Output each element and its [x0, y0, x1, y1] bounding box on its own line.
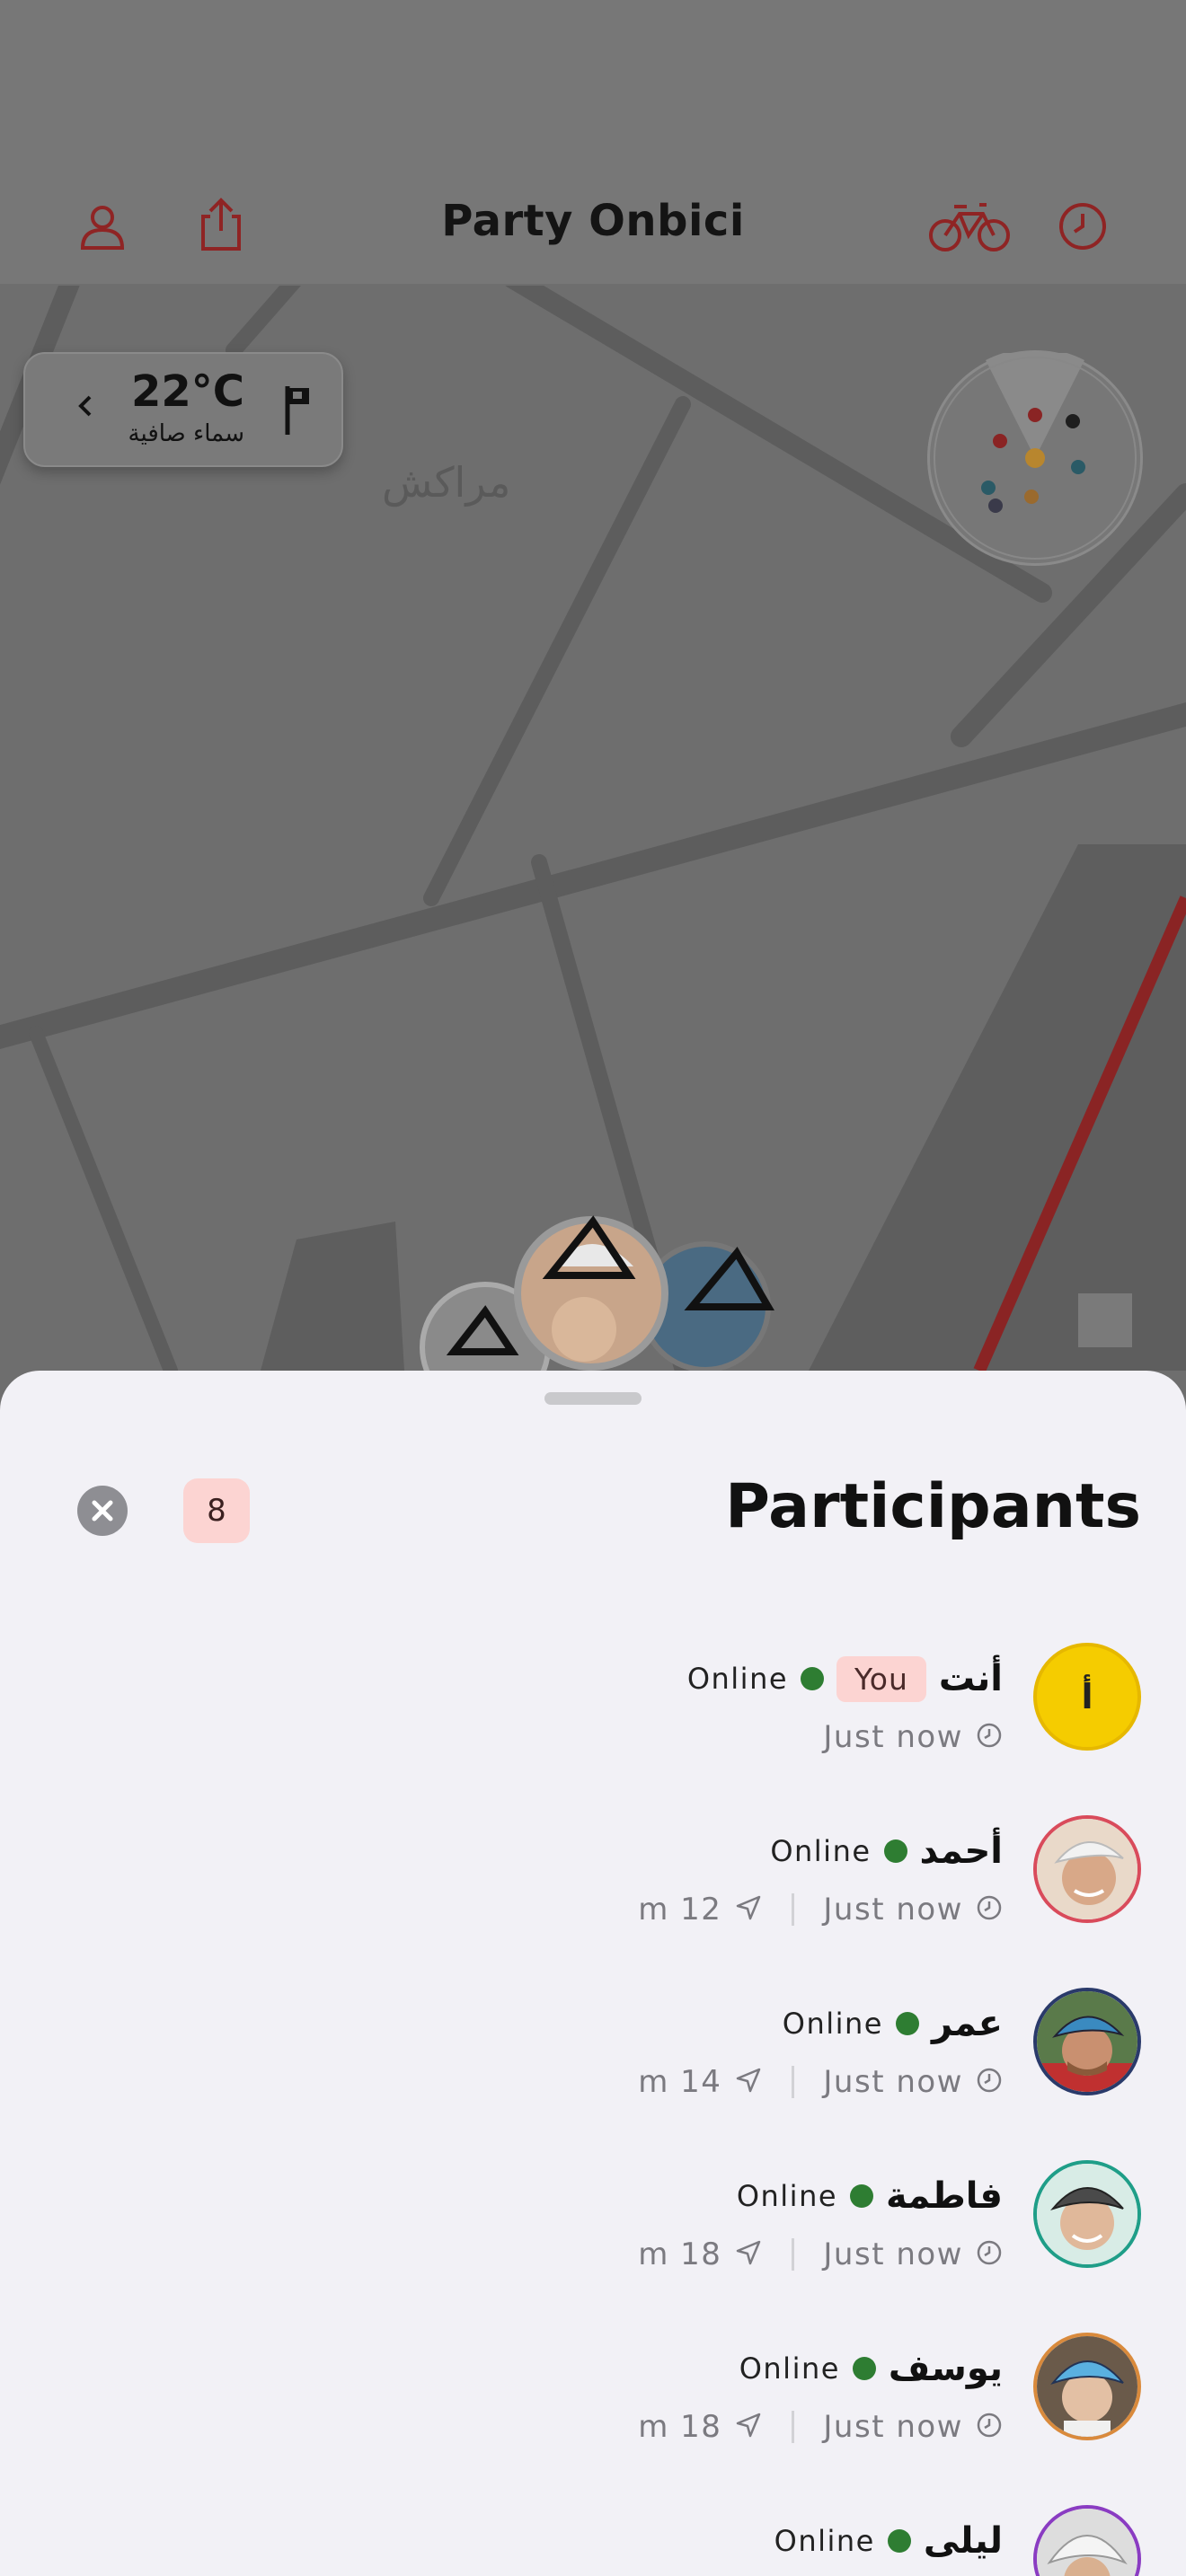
last-seen-text: Just now [823, 1892, 963, 1928]
status-text: Online [736, 2179, 838, 2213]
divider [792, 1893, 795, 1926]
participant-name: فاطمة [886, 2175, 1003, 2217]
last-seen-text: Just now [823, 1719, 963, 1755]
participant-name: ليلى [923, 2520, 1003, 2562]
participant-row[interactable]: عمر Online Just now m 14 [0, 1988, 1186, 2160]
top-app-bar: Party Onbici [0, 0, 1186, 286]
navigation-arrow-icon [734, 1893, 763, 1926]
flag-icon [282, 383, 314, 440]
you-badge: You [836, 1655, 926, 1702]
participant-name: أنت [938, 1658, 1003, 1699]
divider [792, 2066, 795, 2098]
online-status-dot [887, 2529, 911, 2553]
participant-row[interactable]: أحمد Online Just now m 12 [0, 1815, 1186, 1988]
online-status-dot [883, 1839, 907, 1863]
person-icon[interactable] [66, 190, 138, 262]
status-text: Online [774, 2524, 875, 2558]
participant-row[interactable]: ليلى Online [0, 2505, 1186, 2576]
avatar [1033, 2505, 1141, 2576]
divider [792, 2411, 795, 2443]
navigation-arrow-icon [734, 2238, 763, 2271]
status-text: Online [739, 2351, 840, 2386]
avatar [1033, 2333, 1141, 2440]
distance-text: m 14 [638, 2064, 722, 2100]
clock-icon [976, 1722, 1003, 1752]
online-status-dot [801, 1667, 825, 1690]
clock-icon [976, 2067, 1003, 2097]
participant-name: يوسف [888, 2348, 1003, 2389]
sheet-drag-handle[interactable] [544, 1392, 642, 1405]
participant-name: عمر [931, 2003, 1003, 2044]
divider [792, 2238, 795, 2271]
distance-text: m 18 [638, 2236, 722, 2272]
last-seen-text: Just now [823, 2236, 963, 2272]
bicycle-icon[interactable] [920, 190, 1019, 262]
online-status-dot [852, 2357, 876, 2380]
participant-row[interactable]: يوسف Online Just now m 18 [0, 2333, 1186, 2505]
last-seen-text: Just now [823, 2409, 963, 2445]
avatar [1033, 1815, 1141, 1923]
last-seen-text: Just now [823, 2064, 963, 2100]
map-city-label: مراكش [382, 458, 511, 507]
status-text: Online [770, 1834, 872, 1868]
avatar [1033, 1988, 1141, 2095]
participant-name: أحمد [919, 1831, 1003, 1872]
avatar: أ [1033, 1643, 1141, 1751]
participant-row[interactable]: أ أنت You Online Just now [0, 1643, 1186, 1815]
distance-text: m 18 [638, 2409, 722, 2445]
navigation-arrow-icon [734, 2411, 763, 2443]
clock-icon [976, 2239, 1003, 2270]
weather-card[interactable]: 22°C سماء صافية [23, 352, 343, 467]
weather-temperature: 22°C [130, 366, 244, 417]
group-radar[interactable] [927, 348, 1143, 566]
clock-icon [976, 1894, 1003, 1925]
chevron-left-icon[interactable] [75, 390, 95, 426]
online-status-dot [850, 2184, 874, 2208]
sheet-title: Participants [725, 1471, 1141, 1542]
status-text: Online [686, 1662, 789, 1696]
share-icon[interactable] [185, 189, 257, 260]
participant-count-badge: 8 [183, 1478, 250, 1543]
avatar [1033, 2160, 1141, 2268]
online-status-dot [895, 2012, 919, 2035]
clock-icon [976, 2412, 1003, 2442]
status-text: Online [782, 2007, 883, 2041]
participant-row[interactable]: فاطمة Online Just now m 18 [0, 2160, 1186, 2333]
participants-sheet: 8 Participants أ أنت You Online Just now… [0, 1371, 1186, 2576]
navigation-arrow-icon [734, 2066, 763, 2098]
distance-text: m 12 [638, 1892, 722, 1928]
close-button[interactable] [77, 1486, 128, 1536]
clock-icon[interactable] [1047, 190, 1119, 262]
app-title: Party Onbici [441, 196, 745, 246]
close-icon [92, 1500, 113, 1522]
weather-description: سماء صافية [128, 420, 244, 447]
